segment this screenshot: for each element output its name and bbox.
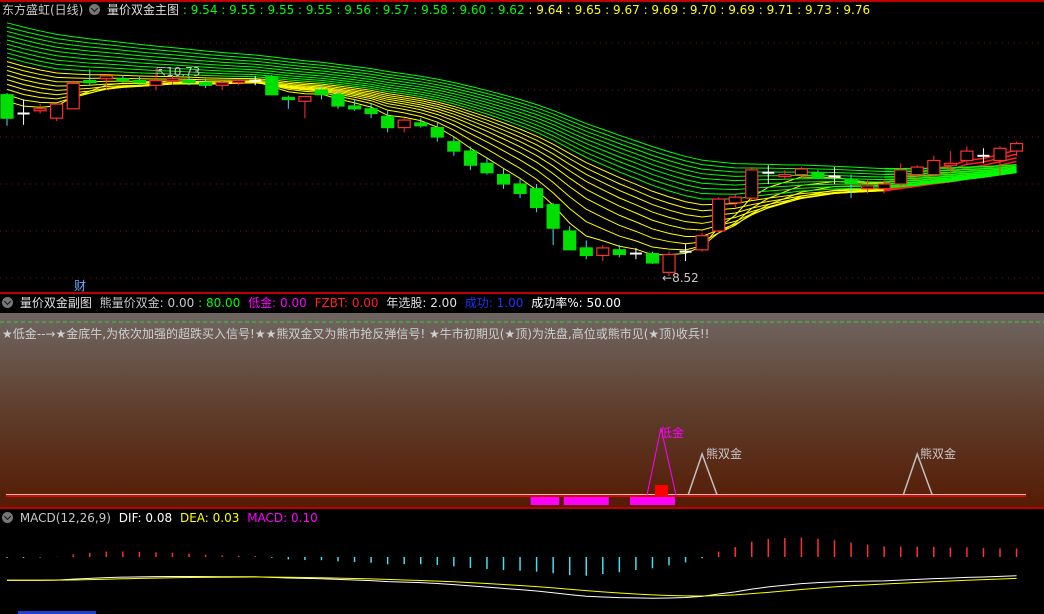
macd-header: MACD(12,26,9) DIF: 0.08 DEA: 0.03 MACD: …: [0, 510, 318, 527]
stock-title: 东方盛虹(日线): [2, 3, 84, 17]
field-value: 1.00: [496, 296, 524, 310]
ma-value: : 9.58: [409, 3, 448, 17]
chevron-down-icon[interactable]: [89, 4, 101, 15]
ma-value: : 9.76: [831, 3, 871, 17]
ma-value: : 9.69: [716, 3, 755, 17]
finance-marker[interactable]: 财: [74, 277, 86, 294]
field-value: : 80.00: [198, 296, 241, 310]
high-value: 10.73: [166, 65, 201, 79]
signal-bar: [629, 497, 675, 505]
chevron-down-icon[interactable]: [2, 512, 13, 523]
ma-value: : 9.64: [524, 3, 563, 17]
ma-value: : 9.71: [754, 3, 794, 17]
field-label: 成功:: [464, 296, 493, 310]
field-value: 0.00: [280, 296, 307, 310]
indicator-name[interactable]: 量价双金主图: [107, 3, 179, 17]
low-gold-signal-label: 低金: [660, 426, 685, 440]
low-value: 8.52: [672, 271, 699, 285]
ma-value: : 9.60: [447, 3, 487, 17]
dea-value: DEA: 0.03: [179, 511, 240, 525]
ma-value: : 9.70: [678, 3, 717, 17]
field-value: 0.00: [351, 296, 379, 310]
field-label: FZBT:: [314, 296, 348, 310]
pane-divider: [0, 507, 1044, 509]
chevron-down-icon[interactable]: [2, 297, 13, 308]
pane-divider: [0, 292, 1044, 294]
ma-value: : 9.73: [793, 3, 832, 17]
ma-value: : 9.56: [332, 3, 372, 17]
field-label: 低金:: [248, 296, 277, 310]
field-value: 0.00: [167, 296, 195, 310]
indicator-name[interactable]: MACD(12,26,9): [20, 511, 111, 525]
ma-value: : 9.65: [562, 3, 602, 17]
ma-value: : 9.55: [294, 3, 333, 17]
ma-value: : 9.57: [371, 3, 410, 17]
signal-bar: [655, 485, 668, 496]
ma-value: : 9.67: [601, 3, 640, 17]
field-label: 成功率%:: [531, 296, 583, 310]
indicator-name[interactable]: 量价双金副图: [20, 296, 92, 310]
sub-description: ★低金--→★金底牛,为依次加强的超跌买入信号!★★熊双金叉为熊市抢反弹信号! …: [2, 327, 710, 341]
ma-value: : 9.55: [217, 3, 256, 17]
ma-value: : 9.69: [639, 3, 679, 17]
main-header: 东方盛虹(日线) 量价双金主图 : 9.54 : 9.55 : 9.55 : 9…: [0, 2, 870, 19]
field-label: 年选股:: [386, 296, 427, 310]
ma-value: : 9.55: [255, 3, 295, 17]
ma-value: : 9.54: [182, 3, 218, 17]
field-label: 熊量价双金:: [99, 296, 164, 310]
bear-double-gold-label: 熊双金: [920, 447, 957, 461]
ma-value: : 9.62: [486, 3, 525, 17]
macd-value: MACD: 0.10: [247, 511, 318, 525]
field-value: 50.00: [586, 296, 621, 310]
sub-header: 量价双金副图 熊量价双金: 0.00 : 80.00 低金: 0.00 FZBT…: [0, 295, 621, 312]
low-price-label: ←8.52: [662, 271, 699, 285]
bear-double-gold-label: 熊双金: [706, 447, 743, 461]
dif-value: DIF: 0.08: [118, 511, 173, 525]
ma-values: : 9.54 : 9.55 : 9.55 : 9.55 : 9.56 : 9.5…: [183, 3, 870, 17]
signal-bar: [530, 497, 560, 505]
field-value: 2.00: [430, 296, 457, 310]
high-price-label: ⇱10.73: [156, 65, 201, 79]
signal-bar: [563, 497, 609, 505]
